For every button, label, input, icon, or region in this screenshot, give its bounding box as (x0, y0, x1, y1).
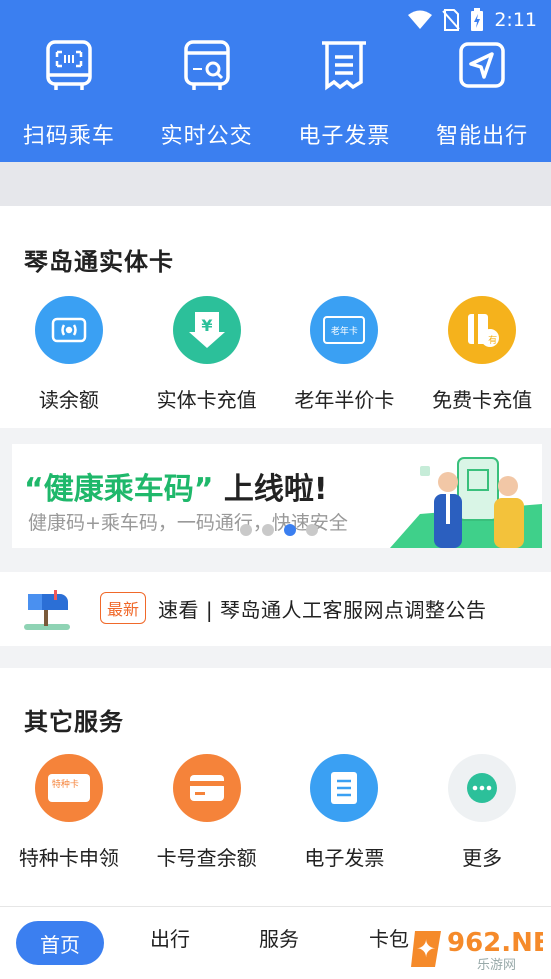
read-balance-button[interactable]: 读余额 (0, 296, 138, 413)
senior-card-badge: 老年卡 (323, 316, 366, 344)
battery-charging-icon (471, 8, 484, 31)
physical-card-section: 琴岛通实体卡 读余额 ¥ 实体卡充值 老年卡 老年半价卡 有 免费卡充值 (0, 206, 551, 428)
notice-text: 速看 | 琴岛通人工客服网点调整公告 (158, 598, 487, 622)
tab-services[interactable]: 服务 (259, 923, 299, 952)
carousel-dot[interactable] (262, 524, 274, 536)
promo-title-quoted: “健康乘车码” (24, 472, 214, 507)
notice-bar[interactable]: 最新 速看 | 琴岛通人工客服网点调整公告 (0, 572, 551, 646)
quick-smart-travel[interactable]: 智能出行 (413, 40, 551, 150)
promo-title: “健康乘车码” 上线啦! (24, 464, 328, 508)
carousel-dot-active[interactable] (284, 524, 296, 536)
cell-label: 更多 (462, 846, 503, 870)
carousel-dot[interactable] (306, 524, 318, 536)
card-balance-icon (172, 754, 241, 822)
svg-text:✦: ✦ (416, 935, 436, 963)
watermark-logo: ✦ 962.NET 乐游网 (411, 917, 551, 973)
header: 2:11 扫码乘车 实时公交 电子发票 智能出行 (0, 0, 551, 162)
no-sim-icon (442, 9, 461, 31)
special-card-icon: 特种卡 (34, 754, 103, 822)
cell-label: 老年半价卡 (294, 388, 395, 412)
cell-label: 卡号查余额 (156, 846, 257, 870)
quick-label: 实时公交 (160, 124, 253, 149)
cell-label: 读余额 (38, 388, 99, 412)
cell-label: 免费卡充值 (432, 388, 533, 412)
carousel-dots (240, 524, 318, 536)
cell-label: 实体卡充值 (156, 388, 257, 412)
free-card-recharge-button[interactable]: 有 免费卡充值 (413, 296, 551, 413)
notice-tag: 最新 (100, 592, 147, 624)
watermark-text: 962.NET (447, 928, 543, 958)
bottom-tab-bar: 首页 出行 服务 卡包 ✦ 962.NET 乐游网 (0, 906, 551, 979)
invoice-icon (310, 754, 379, 822)
tab-card-wallet[interactable]: 卡包 (369, 923, 409, 952)
promo-illustration (390, 457, 542, 548)
card-balance-query-button[interactable]: 卡号查余额 (138, 754, 276, 871)
quick-scan-ride[interactable]: 扫码乘车 (0, 40, 138, 150)
cell-label: 特种卡申领 (18, 846, 119, 870)
more-services-button[interactable]: 更多 (413, 754, 551, 871)
other-services-grid: 特种卡 特种卡申领 卡号查余额 电子发票 更多 (0, 754, 551, 871)
bus-search-icon (181, 40, 233, 92)
banner-strip (0, 162, 551, 206)
svg-text:¥: ¥ (201, 316, 212, 335)
promo-banner[interactable]: “健康乘车码” 上线啦! 健康码+乘车码，一码通行，快速安全 (12, 444, 542, 548)
physical-card-grid: 读余额 ¥ 实体卡充值 老年卡 老年半价卡 有 免费卡充值 (0, 296, 551, 413)
carousel-dot[interactable] (240, 524, 252, 536)
quick-realtime-bus[interactable]: 实时公交 (138, 40, 276, 150)
yen-download-icon: ¥ (172, 296, 241, 364)
cell-label: 电子发票 (304, 846, 385, 870)
mailbox-icon (24, 590, 70, 630)
status-bar: 2:11 (408, 6, 537, 34)
quick-actions: 扫码乘车 实时公交 电子发票 智能出行 (0, 40, 551, 150)
free-card-icon: 有 (448, 296, 517, 364)
card-recharge-button[interactable]: ¥ 实体卡充值 (138, 296, 276, 413)
free-card-badge: 有 (488, 336, 498, 346)
other-services-section: 其它服务 特种卡 特种卡申领 卡号查余额 电子发票 更多 (0, 668, 551, 906)
nfc-read-icon (34, 296, 103, 364)
status-time: 2:11 (494, 9, 537, 31)
tab-home[interactable]: 首页 (16, 921, 104, 965)
watermark-sub: 乐游网 (477, 958, 516, 971)
quick-label: 智能出行 (436, 124, 529, 149)
receipt-icon (318, 40, 370, 92)
e-invoice-button[interactable]: 电子发票 (276, 754, 414, 871)
senior-card-icon: 老年卡 (310, 296, 379, 364)
wifi-icon (408, 10, 433, 29)
section-title: 其它服务 (24, 708, 124, 736)
special-card-badge: 特种卡 (47, 774, 90, 802)
special-card-apply-button[interactable]: 特种卡 特种卡申领 (0, 754, 138, 871)
navigation-icon (456, 40, 508, 92)
bus-qr-icon (43, 40, 95, 92)
more-icon (448, 754, 517, 822)
quick-label: 扫码乘车 (22, 124, 115, 149)
quick-label: 电子发票 (298, 124, 391, 149)
section-title: 琴岛通实体卡 (24, 248, 174, 276)
senior-card-button[interactable]: 老年卡 老年半价卡 (276, 296, 414, 413)
tab-travel[interactable]: 出行 (150, 923, 190, 952)
quick-e-invoice[interactable]: 电子发票 (276, 40, 414, 150)
promo-title-rest: 上线啦! (213, 472, 328, 507)
